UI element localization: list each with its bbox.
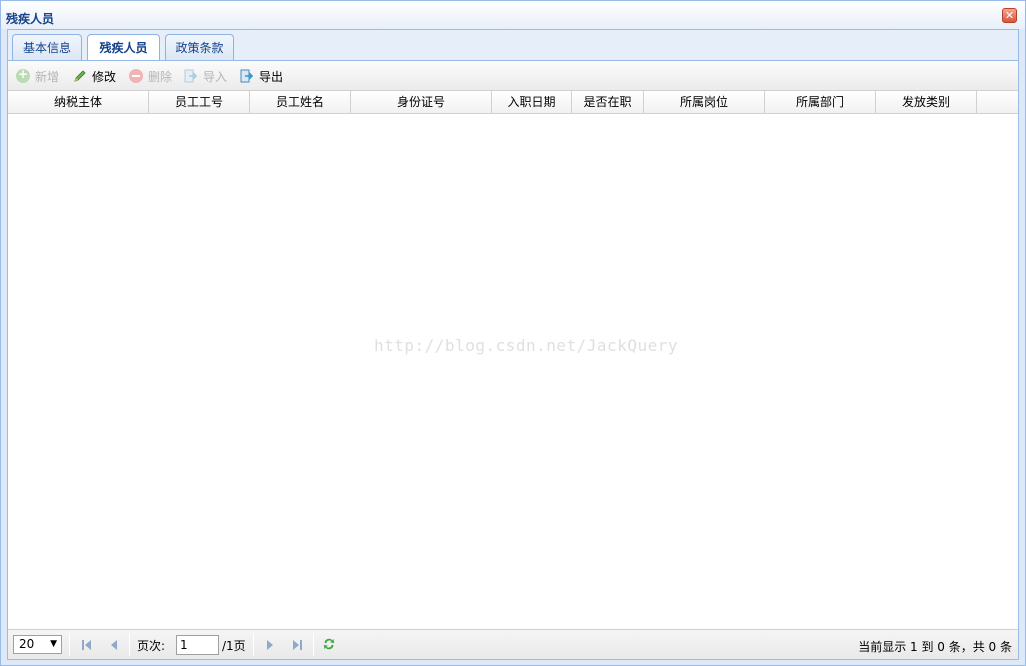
grid-header: 纳税主体 员工工号 员工姓名 身份证号 入职日期 是否在职 所属岗位 所属部门 … [8, 91, 1018, 114]
import-icon [184, 69, 198, 83]
refresh-button[interactable] [322, 637, 338, 653]
prev-page-icon [111, 640, 117, 650]
column-header-department[interactable]: 所属部门 [765, 91, 876, 113]
pager-separator [313, 634, 314, 656]
import-button[interactable]: 导入 [184, 67, 227, 85]
edit-label: 修改 [92, 69, 117, 84]
export-button[interactable]: 导出 [240, 67, 283, 85]
tab-strip: 基本信息 残疾人员 政策条款 [7, 29, 1019, 62]
window-title: 残疾人员 [6, 12, 55, 26]
export-label: 导出 [259, 69, 284, 84]
first-page-icon [82, 640, 91, 650]
column-header-id-number[interactable]: 身份证号 [351, 91, 492, 113]
column-header-hire-date[interactable]: 入职日期 [492, 91, 572, 113]
pagination-bar: 20 ▼ 页次: 1 /1页 当前显示 1 到 0 条，共 0 条 [8, 629, 1018, 659]
column-header-position[interactable]: 所属岗位 [644, 91, 765, 113]
grid-body: http://blog.csdn.net/JackQuery [8, 114, 1018, 629]
tab-policy-terms[interactable]: 政策条款 [165, 34, 234, 61]
pager-separator [129, 634, 130, 656]
tab-content: 新增 修改 删除 导入 导出 [7, 60, 1019, 660]
page-number-input[interactable]: 1 [176, 635, 219, 655]
delete-button[interactable]: 删除 [129, 67, 172, 85]
prev-page-button[interactable] [107, 638, 121, 652]
delete-label: 删除 [148, 69, 173, 84]
record-info-text: 当前显示 1 到 0 条，共 0 条 [858, 640, 1012, 654]
next-page-icon [267, 640, 273, 650]
column-header-tax-entity[interactable]: 纳税主体 [8, 91, 149, 113]
next-page-button[interactable] [263, 638, 277, 652]
last-page-icon [293, 640, 302, 650]
watermark-text: http://blog.csdn.net/JackQuery [374, 336, 678, 355]
first-page-button[interactable] [80, 638, 94, 652]
dropdown-arrow-icon: ▼ [50, 639, 57, 649]
title-bar: 残疾人员 ✕ [1, 1, 1025, 29]
page-size-value: 20 [19, 637, 35, 651]
delete-icon [129, 69, 143, 83]
total-pages-label: /1页 [222, 639, 246, 653]
page-size-select[interactable]: 20 ▼ [13, 635, 62, 654]
tab-basic-info[interactable]: 基本信息 [12, 34, 82, 61]
page-label: 页次: [137, 639, 166, 653]
tab-disabled-persons[interactable]: 残疾人员 [87, 34, 160, 62]
last-page-button[interactable] [290, 638, 304, 652]
column-header-employed[interactable]: 是否在职 [572, 91, 644, 113]
add-button[interactable]: 新增 [16, 67, 59, 85]
pager-separator [253, 634, 254, 656]
dialog-window: 残疾人员 ✕ 基本信息 残疾人员 政策条款 新增 修改 删除 [0, 0, 1026, 666]
edit-button[interactable]: 修改 [73, 67, 116, 85]
toolbar: 新增 修改 删除 导入 导出 [8, 61, 1018, 91]
pager-separator [69, 634, 70, 656]
close-button[interactable]: ✕ [1002, 8, 1017, 23]
export-icon [240, 69, 254, 83]
refresh-icon [323, 638, 335, 650]
column-header-payment-type[interactable]: 发放类别 [876, 91, 977, 113]
pencil-icon [73, 69, 87, 83]
add-label: 新增 [35, 69, 60, 84]
add-icon [16, 67, 30, 83]
column-header-employee-name[interactable]: 员工姓名 [250, 91, 351, 113]
column-header-employee-id[interactable]: 员工工号 [149, 91, 250, 113]
import-label: 导入 [203, 69, 228, 84]
